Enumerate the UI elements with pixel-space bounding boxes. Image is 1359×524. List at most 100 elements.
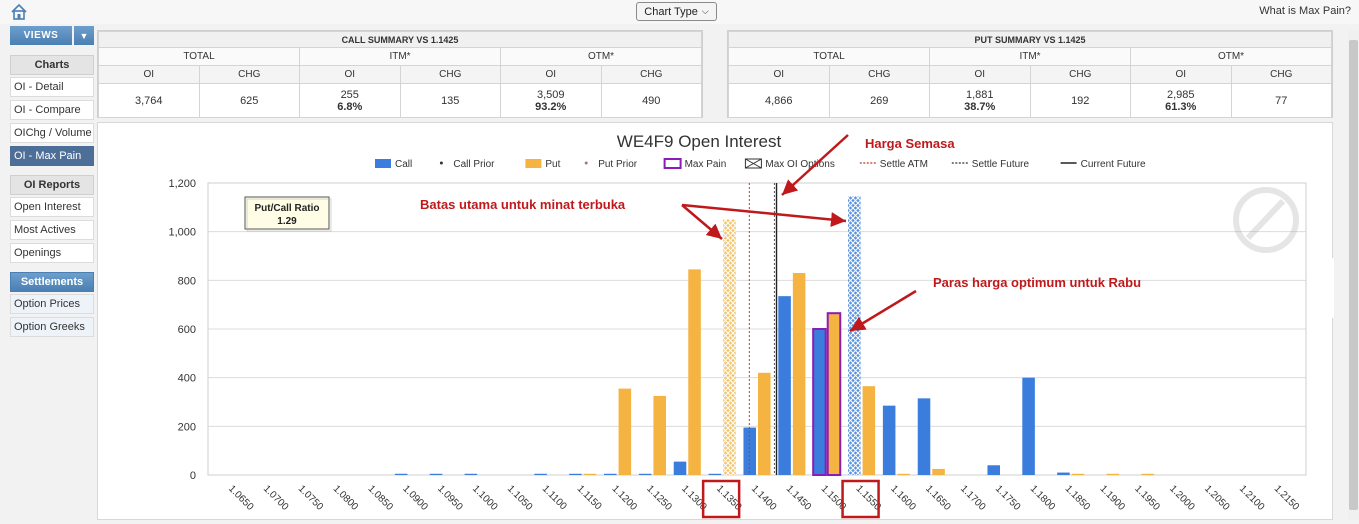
settlements-header: Settlements: [10, 272, 94, 292]
views-label: VIEWS: [10, 26, 72, 45]
sidebar: VIEWS ▼ Charts OI - Detail OI - Compare …: [10, 26, 94, 340]
chart-panel: WE4F9 Open Interest Call Call Prior Put Put…: [97, 122, 1338, 520]
sidebar-item-oi-compare[interactable]: OI - Compare: [10, 100, 94, 120]
sidebar-item-oi-max-pain[interactable]: OI - Max Pain: [10, 146, 94, 166]
call-itm-oi-cell: 255 6.8%: [299, 83, 401, 118]
sidebar-item-oi-detail[interactable]: OI - Detail: [10, 77, 94, 97]
put-bar: [618, 388, 632, 475]
legend-swatch-max-pain: [663, 158, 682, 169]
put-total-chg: 269: [828, 83, 930, 118]
y-tick-label: 200: [178, 421, 196, 433]
x-tick-label: 1.1050: [505, 483, 535, 513]
y-tick-label: 800: [178, 275, 196, 287]
home-icon[interactable]: [10, 3, 28, 21]
y-tick-label: 1,200: [168, 178, 196, 190]
watermark-logo: [1233, 187, 1299, 253]
legend-label: Max OI Options: [765, 159, 834, 170]
call-group-itm: ITM*: [299, 47, 501, 66]
put-bar: [862, 386, 876, 475]
x-tick-label: 1.1950: [1132, 483, 1162, 513]
call-group-otm: OTM*: [500, 47, 702, 66]
call-otm-oi: 3,509: [536, 88, 565, 101]
put-bar: [1141, 473, 1154, 475]
legend-swatch-call: [375, 159, 391, 168]
call-sub-header: CHG: [198, 65, 300, 84]
put-summary-table: PUT SUMMARY VS 1.1425 TOTAL ITM* OTM* OI…: [727, 30, 1333, 118]
annotation-optimum-level: Paras harga optimum untuk Rabu: [849, 275, 1141, 333]
put-bar: [826, 312, 842, 476]
legend-label: Current Future: [1081, 159, 1146, 170]
call-bar: [987, 465, 1000, 475]
put-bar: [758, 372, 771, 475]
sidebar-item-oichg-volume[interactable]: OIChg / Volume: [10, 123, 94, 143]
x-tick-label: 1.1200: [609, 483, 639, 513]
call-bar: [464, 473, 478, 475]
put-otm-pct: 61.3%: [1165, 100, 1197, 113]
put-bar: [723, 219, 736, 475]
max-pain-help-link[interactable]: What is Max Pain?: [1259, 5, 1351, 17]
call-itm-pct: 6.8%: [337, 100, 363, 113]
annotation-main-barrier-text: Batas utama untuk minat terbuka: [420, 197, 626, 212]
x-tick-label: 1.1400: [749, 483, 779, 513]
chart-title: WE4F9 Open Interest: [617, 132, 782, 151]
views-button[interactable]: VIEWS ▼: [10, 26, 94, 45]
scrollbar-thumb[interactable]: [1349, 40, 1358, 510]
sidebar-item-option-greeks[interactable]: Option Greeks: [10, 317, 94, 337]
chart-legend: Call Call Prior Put Put Prior Max Pain Max OI…: [375, 158, 1146, 170]
put-bar: [897, 473, 910, 475]
x-tick-label: 1.1300: [679, 483, 709, 513]
put-sub-header: CHG: [828, 65, 930, 84]
put-otm-oi: 2,985: [1166, 88, 1195, 101]
put-call-ratio-value: 1.29: [277, 216, 297, 227]
x-tick-label: 1.2050: [1202, 483, 1232, 513]
x-tick-label: 1.0650: [226, 483, 256, 513]
call-summary-table: CALL SUMMARY VS 1.1425 TOTAL ITM* OTM* O…: [97, 30, 703, 118]
call-bar: [429, 473, 443, 475]
y-tick-label: 600: [178, 324, 196, 336]
x-tick-label: 1.1850: [1063, 483, 1093, 513]
x-axis: 1.0650 1.0700 1.0750 1.0800 1.0850 1.0900 1.09…: [226, 483, 1301, 513]
call-bar: [673, 461, 687, 475]
vertical-scrollbar[interactable]: [1348, 30, 1359, 520]
x-tick-label: 1.1900: [1097, 483, 1127, 513]
legend-swatch-put: [525, 159, 542, 168]
x-tick-label: 1.0850: [365, 483, 395, 513]
call-bar: [882, 405, 896, 475]
put-itm-chg: 192: [1029, 83, 1131, 118]
legend-label: Call Prior: [453, 159, 495, 170]
x-tick-label: 1.1800: [1028, 483, 1058, 513]
open-interest-chart: WE4F9 Open Interest Call Call Prior Put Put…: [168, 132, 1338, 519]
chart-type-dropdown[interactable]: Chart Type ⌵: [636, 2, 717, 21]
x-tick-label: 1.2100: [1237, 483, 1267, 513]
x-tick-label: 1.2000: [1167, 483, 1197, 513]
put-call-ratio-label: Put/Call Ratio: [254, 203, 319, 214]
x-tick-label: 1.1700: [958, 483, 988, 513]
annotation-current-price-text: Harga Semasa: [865, 136, 955, 151]
call-otm-pct: 93.2%: [535, 100, 567, 113]
call-bar: [812, 328, 827, 476]
charts-header: Charts: [10, 55, 94, 75]
call-bar: [1022, 377, 1035, 475]
call-otm-oi-cell: 3,509 93.2%: [500, 83, 602, 118]
x-tick-label: 1.1100: [540, 483, 569, 512]
put-sub-header: CHG: [1029, 65, 1131, 84]
y-tick-label: 1,000: [168, 227, 196, 239]
sidebar-item-most-actives[interactable]: Most Actives: [10, 220, 94, 240]
legend-mask: [1308, 258, 1338, 318]
sidebar-item-open-interest[interactable]: Open Interest: [10, 197, 94, 217]
call-bar: [638, 473, 652, 475]
sidebar-item-openings[interactable]: Openings: [10, 243, 94, 263]
put-total-oi: 4,866: [728, 83, 830, 118]
chart-grid: [207, 182, 1307, 476]
chevron-down-icon[interactable]: ▼: [74, 26, 94, 45]
call-sub-header: CHG: [399, 65, 501, 84]
sidebar-item-option-prices[interactable]: Option Prices: [10, 294, 94, 314]
x-tick-label: 1.1150: [575, 483, 604, 512]
call-bar: [394, 473, 408, 475]
y-axis: 0 200 400 600 800 1,000 1,200: [168, 178, 196, 482]
call-itm-oi: 255: [340, 88, 359, 101]
x-tick-label: 1.1000: [470, 483, 500, 513]
put-bar: [653, 395, 666, 475]
x-tick-label: 1.0800: [331, 483, 361, 513]
call-sub-header: OI: [299, 65, 401, 84]
